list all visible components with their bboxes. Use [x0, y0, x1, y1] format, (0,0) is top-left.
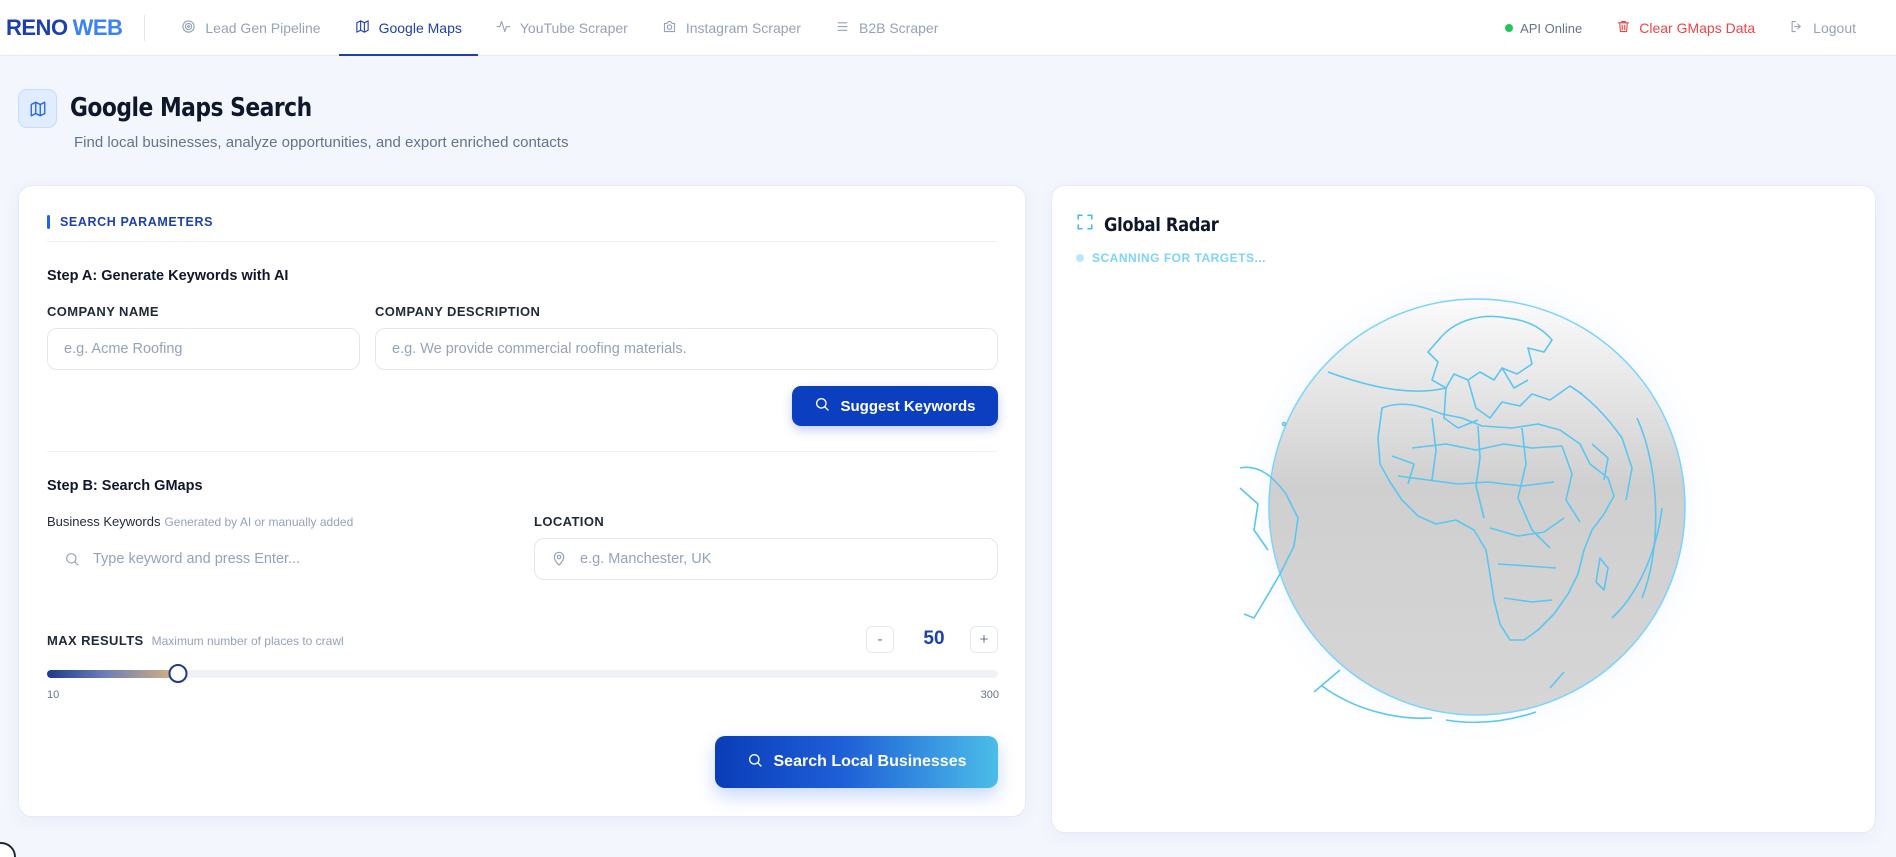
tab-label: Lead Gen Pipeline — [205, 19, 321, 36]
nav-divider — [144, 14, 146, 41]
location-label: LOCATION — [534, 514, 605, 529]
max-results-value[interactable]: 50 — [899, 628, 969, 650]
nav-tabs: Lead Gen Pipeline Google Maps YouTube Sc… — [165, 0, 956, 56]
api-status: API Online — [1505, 21, 1582, 36]
brand-part-2: WEB — [72, 14, 123, 40]
globe-sphere — [1268, 298, 1686, 716]
slider-fill — [47, 670, 179, 678]
brand-part-1: RENO — [6, 14, 68, 40]
business-keywords-title: Business Keywords — [47, 514, 161, 529]
logout-icon — [1789, 19, 1804, 37]
company-name-input[interactable]: e.g. Acme Roofing — [47, 328, 360, 370]
company-name-placeholder: e.g. Acme Roofing — [64, 341, 183, 357]
scan-frame-icon — [1076, 213, 1094, 236]
company-description-label: COMPANY DESCRIPTION — [375, 304, 541, 319]
map-icon — [355, 19, 370, 37]
logout-label: Logout — [1813, 20, 1856, 36]
search-button-label: Search Local Businesses — [773, 753, 967, 770]
slider-max-label: 300 — [980, 689, 999, 701]
divider — [47, 451, 997, 452]
camera-icon — [662, 19, 677, 37]
business-keywords-input[interactable]: Type keyword and press Enter... — [47, 538, 507, 580]
search-icon — [64, 551, 80, 567]
divider — [47, 241, 997, 242]
section-title: SEARCH PARAMETERS — [60, 215, 214, 229]
company-name-label: COMPANY NAME — [47, 304, 159, 319]
radar-header: Global Radar — [1076, 213, 1237, 236]
tab-label: Google Maps — [378, 19, 462, 36]
company-description-placeholder: e.g. We provide commercial roofing mater… — [392, 341, 687, 357]
location-placeholder: e.g. Manchester, UK — [580, 551, 712, 567]
api-status-label: API Online — [1520, 20, 1583, 36]
status-dot-icon — [1505, 24, 1514, 32]
section-accent-bar — [47, 215, 50, 229]
map-pin-icon — [551, 551, 567, 567]
increment-button[interactable]: + — [970, 626, 998, 653]
floating-help-button[interactable] — [0, 842, 16, 857]
tab-lead-gen-pipeline[interactable]: Lead Gen Pipeline — [165, 0, 336, 56]
company-description-input[interactable]: e.g. We provide commercial roofing mater… — [375, 328, 998, 370]
step-b-heading: Step B: Search GMaps — [47, 478, 203, 494]
tab-b2b-scraper[interactable]: B2B Scraper — [819, 0, 954, 56]
tab-label: B2B Scraper — [858, 19, 939, 36]
search-icon — [814, 396, 830, 416]
tab-google-maps[interactable]: Google Maps — [338, 0, 479, 56]
pulse-dot-icon — [1076, 254, 1084, 262]
list-icon — [835, 19, 850, 37]
search-local-businesses-button[interactable]: Search Local Businesses — [715, 736, 998, 788]
location-input[interactable]: e.g. Manchester, UK — [534, 538, 998, 580]
clear-gmaps-data-button[interactable]: Clear GMaps Data — [1616, 19, 1755, 37]
nav-actions: API Online Clear GMaps Data Logout — [1505, 0, 1856, 56]
max-results-title: MAX RESULTS — [47, 633, 144, 648]
business-keywords-placeholder: Type keyword and press Enter... — [93, 551, 301, 567]
clear-label: Clear GMaps Data — [1639, 20, 1756, 36]
tab-label: YouTube Scraper — [519, 19, 628, 36]
business-keywords-label: Business Keywords Generated by AI or manu… — [47, 514, 353, 529]
page-title: Google Maps Search — [70, 93, 312, 123]
globe-visualization[interactable] — [1232, 267, 1717, 748]
max-results-hint: Maximum number of places to crawl — [151, 634, 344, 648]
radar-title: Global Radar — [1104, 213, 1219, 236]
step-a-heading: Step A: Generate Keywords with AI — [47, 268, 289, 284]
logout-button[interactable]: Logout — [1789, 19, 1856, 37]
slider-thumb[interactable] — [168, 664, 188, 683]
top-navbar: RENO WEB Lead Gen Pipeline Google Maps Y… — [0, 0, 1896, 56]
business-keywords-hint: Generated by AI or manually added — [164, 515, 354, 529]
brand-logo[interactable]: RENO WEB — [6, 14, 123, 41]
activity-icon — [496, 19, 511, 37]
suggest-keywords-label: Suggest Keywords — [840, 397, 976, 415]
max-results-label: MAX RESULTS Maximum number of places to c… — [47, 633, 344, 648]
search-parameters-card: SEARCH PARAMETERS Step A: Generate Keywo… — [18, 185, 1026, 817]
tab-instagram-scraper[interactable]: Instagram Scraper — [646, 0, 817, 56]
section-header: SEARCH PARAMETERS — [47, 215, 213, 229]
max-results-slider[interactable] — [47, 664, 998, 683]
slider-min-label: 10 — [47, 689, 60, 701]
tab-youtube-scraper[interactable]: YouTube Scraper — [480, 0, 644, 56]
search-icon — [747, 752, 763, 773]
global-radar-card: Global Radar SCANNING FOR TARGETS... — [1051, 185, 1876, 833]
map-icon — [18, 89, 57, 128]
trash-icon — [1616, 19, 1631, 37]
radar-status-label: SCANNING FOR TARGETS... — [1092, 251, 1266, 265]
tab-label: Instagram Scraper — [685, 19, 801, 36]
decrement-button[interactable]: - — [866, 626, 894, 653]
target-icon — [181, 19, 196, 37]
suggest-keywords-button[interactable]: Suggest Keywords — [792, 386, 998, 426]
radar-status: SCANNING FOR TARGETS... — [1076, 251, 1266, 265]
page-subtitle: Find local businesses, analyze opportuni… — [74, 134, 569, 151]
